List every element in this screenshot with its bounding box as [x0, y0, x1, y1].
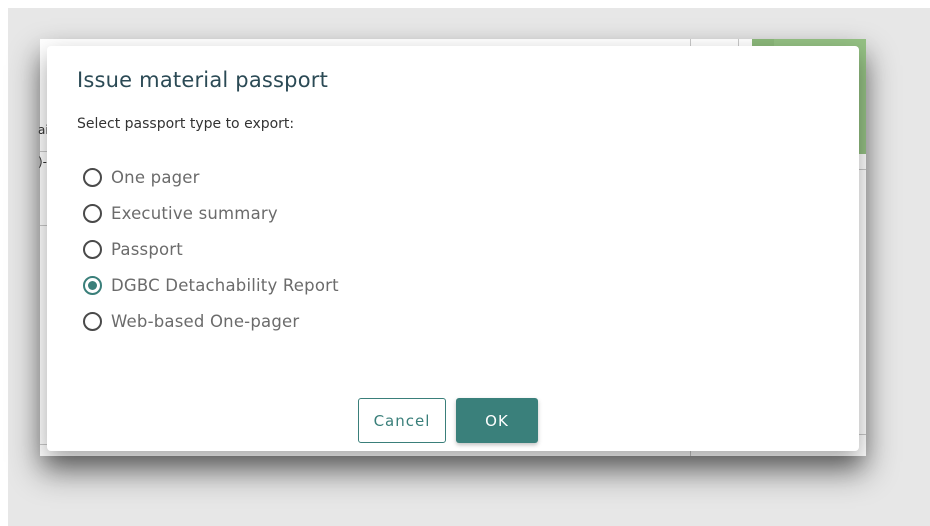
option-label: Web-based One-pager — [111, 311, 300, 331]
passport-type-radio-group: One pager Executive summary Passport DGB… — [83, 159, 339, 339]
radio-unchecked-icon[interactable] — [83, 239, 102, 259]
ok-button[interactable]: OK — [456, 398, 538, 443]
background-divider — [738, 39, 739, 46]
dialog-title: Issue material passport — [77, 68, 329, 92]
radio-checked-icon[interactable] — [83, 275, 102, 295]
option-passport[interactable]: Passport — [83, 231, 339, 267]
radio-unchecked-icon[interactable] — [83, 167, 102, 187]
option-label: DGBC Detachability Report — [111, 275, 339, 295]
option-label: One pager — [111, 167, 200, 187]
radio-unchecked-icon[interactable] — [83, 203, 102, 223]
dialog-prompt: Select passport type to export: — [77, 116, 295, 132]
cancel-button[interactable]: Cancel — [358, 398, 446, 443]
option-one-pager[interactable]: One pager — [83, 159, 339, 195]
option-executive-summary[interactable]: Executive summary — [83, 195, 339, 231]
option-web-based-one-pager[interactable]: Web-based One-pager — [83, 303, 339, 339]
option-dgbc-detachability-report[interactable]: DGBC Detachability Report — [83, 267, 339, 303]
radio-unchecked-icon[interactable] — [83, 311, 102, 331]
option-label: Executive summary — [111, 203, 278, 223]
option-label: Passport — [111, 239, 183, 259]
issue-passport-dialog: Issue material passport Select passport … — [47, 46, 859, 451]
background-divider — [690, 39, 691, 46]
background-text-fragment: )- — [38, 155, 48, 169]
